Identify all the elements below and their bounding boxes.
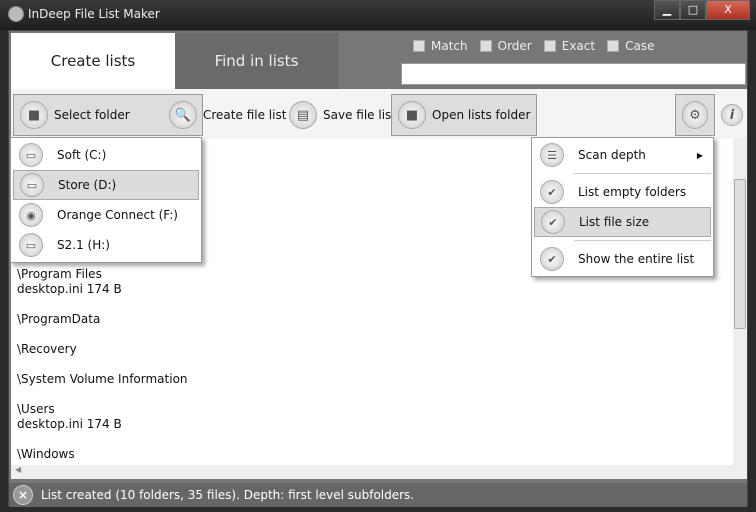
drive-icon: ▭ [19,143,43,167]
menu-item-list-file-size[interactable]: ✔ List file size [534,207,711,237]
disc-icon: ◉ [19,203,43,227]
match-checkbox[interactable]: Match [413,39,468,53]
minimize-button[interactable]: ▁ [654,0,680,20]
check-icon: ✔ [540,180,564,204]
close-status-icon[interactable]: × [13,485,33,505]
drive-item-h[interactable]: ▭ S2.1 (H:) [13,230,199,260]
list-item: \Recovery [17,342,77,356]
title-bar: InDeep File List Maker ▁ □ X [0,0,756,30]
info-icon: i [721,104,743,126]
settings-button[interactable]: ⚙ [675,94,715,136]
list-item: \ProgramData [17,312,101,326]
create-file-list-button[interactable]: 🔍 Create file list [163,94,292,136]
gear-icon: ⚙ [682,101,708,129]
list-item: \System Volume Information [17,372,188,386]
folder-icon: ■ [20,101,48,129]
check-icon: ✔ [540,247,564,271]
exact-checkbox[interactable]: Exact [543,39,595,53]
drive-menu: ▭ Soft (C:) ▭ Store (D:) ◉ Orange Connect (… [10,137,202,263]
horizontal-scrollbar[interactable]: ◀ [11,465,747,479]
menu-item-scan-depth[interactable]: ☰ Scan depth ▶ [534,140,711,170]
tree-icon: ☰ [540,143,564,167]
chevron-right-icon: ▶ [696,150,703,160]
tab-create-lists[interactable]: Create lists [11,33,175,89]
list-item: \Users desktop.ini 174 B [17,402,122,431]
check-icon: ✔ [541,210,565,234]
vertical-scrollbar[interactable] [733,139,747,465]
drive-item-c[interactable]: ▭ Soft (C:) [13,140,199,170]
order-checkbox[interactable]: Order [479,39,532,53]
menu-item-list-empty-folders[interactable]: ✔ List empty folders [534,177,711,207]
close-button[interactable]: X [706,0,750,20]
drive-icon: ▭ [20,173,44,197]
maximize-button[interactable]: □ [680,0,706,20]
drive-icon: ▭ [19,233,43,257]
drive-item-f[interactable]: ◉ Orange Connect (F:) [13,200,199,230]
info-button[interactable]: i [715,94,749,136]
tab-find-in-lists[interactable]: Find in lists [175,33,338,89]
save-icon: ▤ [289,101,317,129]
search-input[interactable] [401,63,746,85]
list-item: \Windows [17,447,75,461]
toolbar: ■ Select folder▼ 🔍Create file list ▤Save… [11,89,747,139]
window-title: InDeep File List Maker [28,7,160,21]
folder-icon: ■ [398,101,426,129]
status-bar: × List created (10 folders, 35 files). D… [9,483,747,507]
menu-item-show-entire-list[interactable]: ✔ Show the entire list [534,244,711,274]
drive-item-d[interactable]: ▭ Store (D:) [13,170,199,200]
settings-menu: ☰ Scan depth ▶ ✔ List empty folders ✔ List f… [531,137,714,277]
save-file-list-button[interactable]: ▤ Save file list [283,94,402,136]
status-text: List created (10 folders, 35 files). Dep… [41,488,415,502]
app-icon [8,6,24,22]
case-checkbox[interactable]: Case [607,39,654,53]
open-lists-folder-button[interactable]: ■ Open lists folder [391,94,538,136]
search-icon: 🔍 [169,101,197,129]
